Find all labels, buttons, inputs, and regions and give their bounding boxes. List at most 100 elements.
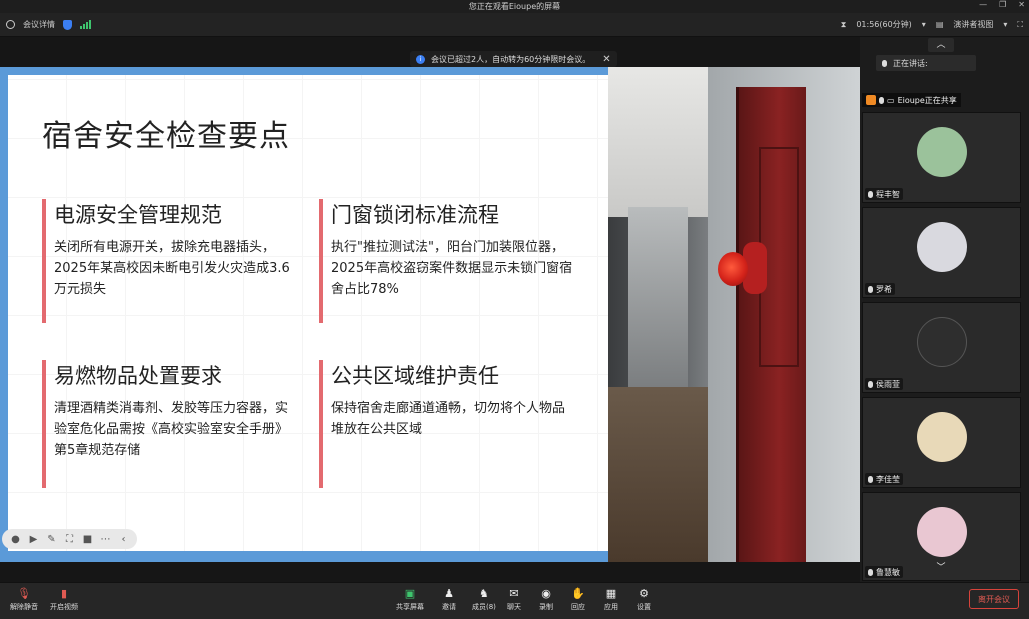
chevron-up-icon[interactable]: ︿ — [928, 38, 954, 52]
mic-icon — [868, 190, 873, 198]
slide-frame — [0, 551, 608, 562]
info-icon — [6, 20, 15, 29]
restore-button[interactable]: ❐ — [999, 0, 1006, 9]
speaking-label: 正在讲话: — [893, 58, 928, 68]
slide-content: 宿舍安全检查要点 电源安全管理规范 关闭所有电源开关，拔除充电器插头，2025年… — [8, 75, 608, 551]
slide-card: 电源安全管理规范 关闭所有电源开关，拔除充电器插头，2025年某高校因未断电引发… — [42, 199, 297, 323]
hourglass-icon: ⧗ — [840, 19, 847, 29]
close-button[interactable]: ✕ — [1018, 0, 1025, 9]
window-title: 您正在观看Eioupe的屏幕 — [468, 2, 561, 11]
members-icon: ♞ — [479, 586, 489, 600]
participant-tile[interactable]: 侯雨萱 — [862, 302, 1021, 393]
record-button[interactable]: ◉ 录制 — [539, 586, 553, 612]
leave-meeting-button[interactable]: 离开会议 — [969, 589, 1019, 609]
camera-icon[interactable]: ■ — [82, 534, 93, 545]
reactions-button[interactable]: ✋ 回应 — [571, 586, 585, 612]
apps-icon: ▦ — [605, 586, 617, 600]
members-button[interactable]: ♞ 成员(8) — [472, 586, 496, 612]
chevron-down-icon[interactable]: ▾ — [1003, 20, 1007, 29]
invite-button[interactable]: ♟ 邀请 — [442, 586, 456, 612]
mic-off-icon: 🎙 — [17, 586, 31, 600]
fire-alarm-photo — [608, 67, 860, 562]
chat-button[interactable]: ✉ 聊天 — [507, 586, 521, 612]
mic-icon — [868, 380, 873, 388]
host-icon — [866, 95, 876, 105]
meeting-info-bar: 会议详情 ⧗ 01:56(60分钟) ▾ ▤ 演讲者视图 ▾ ⛶ — [0, 13, 1029, 37]
settings-button[interactable]: ⚙ 设置 — [637, 586, 651, 612]
shield-icon[interactable] — [63, 19, 72, 30]
play-icon[interactable]: ▶ — [28, 534, 39, 545]
chevron-down-icon[interactable]: ▾ — [922, 20, 926, 29]
speaking-indicator: 正在讲话: — [876, 55, 976, 71]
view-mode-icon: ▤ — [935, 20, 944, 29]
card-body: 清理酒精类消毒剂、发胶等压力容器，实验室危化品需按《高校实验室安全手册》第5章规… — [54, 401, 289, 458]
participant-name: 侯雨萱 — [876, 379, 900, 389]
sharing-label: ▭ Eioupe正在共享 — [862, 93, 961, 107]
stop-icon[interactable]: ● — [10, 534, 21, 545]
participant-name: 罗希 — [876, 284, 892, 294]
participant-name: 李佳莹 — [876, 474, 900, 484]
camera-off-icon: ▮ — [60, 586, 68, 600]
meeting-timer[interactable]: 01:56(60分钟) — [856, 19, 911, 30]
chevron-down-icon[interactable]: ﹀ — [928, 562, 954, 575]
mute-button[interactable]: 🎙 解除静音 — [10, 586, 38, 612]
info-icon: i — [416, 54, 425, 64]
apps-button[interactable]: ▦ 应用 — [604, 586, 618, 612]
chevron-left-icon[interactable]: ‹ — [118, 534, 129, 545]
signal-icon[interactable] — [80, 20, 91, 29]
card-body: 保持宿舍走廊通道通畅，切勿将个人物品堆放在公共区域 — [331, 401, 566, 437]
notice-text: 会议已超过2人，自动转为60分钟限时会议。 — [431, 54, 591, 64]
avatar — [917, 222, 967, 272]
add-user-icon: ♟ — [444, 586, 454, 600]
sharing-text: Eioupe正在共享 — [897, 95, 957, 105]
close-icon[interactable]: ✕ — [602, 54, 610, 65]
slide-title: 宿舍安全检查要点 — [42, 119, 290, 154]
minimize-button[interactable]: — — [979, 0, 987, 9]
meeting-toolbar: 🎙 解除静音 ▮ 开启视频 ▣ 共享屏幕 ♟ 邀请 ♞ 成员(8) ✉ 聊天 ◉… — [0, 582, 1029, 619]
record-icon: ◉ — [541, 586, 551, 600]
participant-name: 鲁慧敏 — [876, 567, 900, 577]
annotation-toolbar: ● ▶ ✎ ⛶ ■ ⋯ ‹ — [2, 529, 137, 549]
participant-tile[interactable]: 李佳莹 — [862, 397, 1021, 488]
mic-icon — [868, 568, 873, 576]
mic-icon — [868, 285, 873, 293]
mic-icon — [879, 96, 884, 104]
fullscreen-icon[interactable]: ⛶ — [1017, 20, 1023, 30]
participant-tile[interactable]: 程丰智 — [862, 112, 1021, 203]
participant-name: 程丰智 — [876, 189, 900, 199]
mic-icon — [882, 59, 887, 67]
fire-hydrant-cabinet — [736, 87, 806, 562]
avatar — [917, 317, 967, 367]
screen-share-icon: ▭ — [887, 95, 895, 105]
slide-card: 公共区域维护责任 保持宿舍走廊通道通畅，切勿将个人物品堆放在公共区域 — [319, 360, 574, 488]
share-screen-button[interactable]: ▣ 共享屏幕 — [396, 586, 424, 612]
reaction-icon: ✋ — [571, 586, 585, 600]
card-heading: 易燃物品处置要求 — [54, 364, 222, 388]
slide-frame — [0, 67, 8, 562]
window-titlebar: 您正在观看Eioupe的屏幕 — ❐ ✕ — [0, 0, 1029, 13]
share-screen-icon: ▣ — [404, 586, 416, 600]
avatar — [917, 507, 967, 557]
mic-icon — [868, 475, 873, 483]
window-controls: — ❐ ✕ — [979, 0, 1025, 9]
limit-notice: i 会议已超过2人，自动转为60分钟限时会议。 ✕ — [410, 51, 617, 67]
meeting-details-button[interactable]: 会议详情 — [23, 19, 55, 30]
gear-icon: ⚙ — [639, 586, 649, 600]
card-heading: 公共区域维护责任 — [331, 364, 499, 388]
video-button[interactable]: ▮ 开启视频 — [50, 586, 78, 612]
fire-alarm-light — [718, 252, 748, 286]
pen-icon[interactable]: ✎ — [46, 534, 57, 545]
view-mode-button[interactable]: 演讲者视图 — [953, 19, 993, 30]
participant-tile[interactable]: 罗希 — [862, 207, 1021, 298]
slide-card: 易燃物品处置要求 清理酒精类消毒剂、发胶等压力容器，实验室危化品需按《高校实验室… — [42, 360, 297, 488]
avatar — [917, 412, 967, 462]
slide-card: 门窗锁闭标准流程 执行"推拉测试法"，阳台门加装限位器，2025年高校盗窃案件数… — [319, 199, 574, 323]
more-icon[interactable]: ⋯ — [100, 534, 111, 545]
card-heading: 电源安全管理规范 — [54, 203, 222, 227]
slide-frame — [0, 67, 608, 75]
card-body: 关闭所有电源开关，拔除充电器插头，2025年某高校因未断电引发火灾造成3.6万元… — [54, 240, 290, 297]
screenshot-icon[interactable]: ⛶ — [64, 534, 75, 545]
card-body: 执行"推拉测试法"，阳台门加装限位器，2025年高校盗窃案件数据显示未锁门窗宿舍… — [331, 240, 573, 297]
card-heading: 门窗锁闭标准流程 — [331, 203, 499, 227]
chat-icon: ✉ — [509, 586, 519, 600]
